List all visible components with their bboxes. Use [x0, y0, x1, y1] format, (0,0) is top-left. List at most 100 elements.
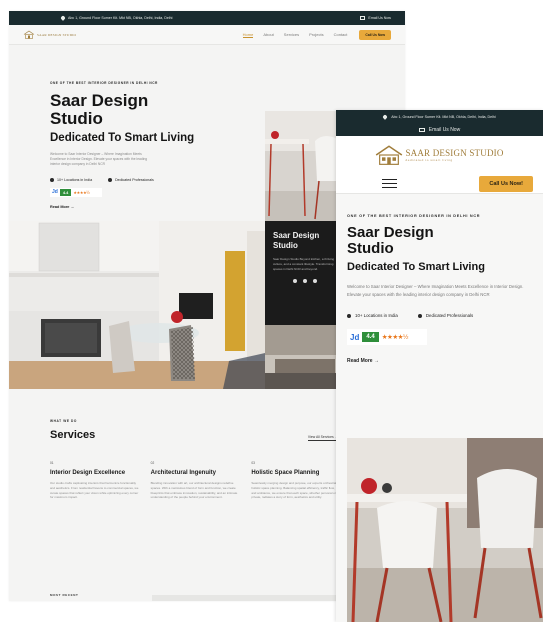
nav-about[interactable]: About — [263, 32, 273, 37]
nav-contact[interactable]: Contact — [334, 32, 348, 37]
mobile-hero-title-line2: Studio — [347, 240, 394, 257]
view-all-services-link[interactable]: View All Services → — [307, 435, 338, 441]
service-card[interactable]: 02 Architectural Ingenuity Blending inno… — [151, 461, 240, 500]
services-section: WHAT WE DO Services View All Services → … — [50, 419, 340, 500]
topbar-email-link[interactable]: Email Us Now — [368, 16, 391, 20]
dark-card-title: Saar Design Studio — [273, 231, 337, 251]
hero-stats: 10+ Locations in India Dedicated Profess… — [50, 177, 250, 182]
team-icon — [417, 313, 422, 318]
service-title: Holistic Space Planning — [251, 470, 320, 476]
rating-value: 4.4 — [362, 332, 379, 342]
hero-description: Welcome to Saar Interior Designer – Wher… — [50, 152, 148, 167]
service-description: Blending innovation with art, our archit… — [150, 481, 238, 500]
mobile-justdial-rating-badge[interactable]: Jd 4.4 ★★★★½ — [347, 329, 427, 345]
justdial-logo: Jd — [52, 189, 58, 196]
logo-text: SAAR DESIGN STUDIO — [37, 32, 77, 37]
services-header: Services View All Services → — [50, 429, 340, 441]
services-eyebrow: WHAT WE DO — [50, 419, 78, 423]
services-title: Services — [50, 429, 96, 441]
mobile-stat-professionals: Dedicated Professionals — [425, 313, 474, 318]
dark-card-title-line1: Saar Design — [273, 231, 320, 240]
desktop-navbar: SAAR DESIGN STUDIO Home About Services P… — [9, 25, 405, 45]
social-links — [273, 279, 337, 284]
hero-title: Saar Design Studio — [50, 92, 250, 128]
youtube-icon[interactable] — [303, 279, 307, 284]
house-logo-icon — [23, 30, 35, 39]
nav-projects[interactable]: Projects — [309, 32, 323, 37]
house-logo-icon — [376, 145, 403, 165]
rating-stars: ★★★★½ — [73, 189, 90, 195]
dark-card-text: Saar Design Studio Beyond kitchen, a thr… — [273, 257, 335, 271]
facebook-icon[interactable] — [293, 279, 297, 284]
hero-subtitle: Dedicated To Smart Living — [50, 132, 195, 144]
mobile-logo-tagline: dedicated to smart living — [405, 158, 453, 162]
nav-services[interactable]: Services — [284, 32, 299, 37]
most-recent-label: MOST RECENT — [50, 593, 79, 597]
rating-stars: ★★★★½ — [381, 334, 409, 341]
mobile-hero-title-line1: Saar Design — [347, 224, 434, 241]
mobile-topbar-address: Abc 1, Ground Floor Sumer Kit. Mkt NB, O… — [336, 110, 543, 124]
service-description: Seamlessly merging design and purpose, o… — [251, 481, 339, 500]
stat-locations: 10+ Locations in India — [57, 177, 93, 182]
service-card[interactable]: 01 Interior Design Excellence Our studio… — [50, 461, 139, 500]
location-pin-icon — [60, 15, 66, 21]
living-room-illustration — [265, 325, 345, 389]
service-number: 03 — [251, 461, 255, 465]
service-title: Architectural Ingenuity — [150, 470, 217, 476]
mobile-hero-subtitle: Dedicated To Smart Living — [347, 261, 485, 273]
mobile-hero: ONE OF THE BEST INTERIOR DESIGNER IN DEL… — [336, 194, 543, 364]
dark-card-title-line2: Studio — [273, 241, 298, 250]
topbar-address: Abc 1, Ground Floor Sumer Kit. Mkt NB, O… — [68, 16, 173, 20]
dining-illustration — [265, 111, 345, 221]
mobile-stat-locations: 10+ Locations in India — [355, 313, 398, 318]
mobile-email-link[interactable]: Email Us Now — [429, 127, 460, 133]
location-pin-icon — [382, 114, 389, 120]
mobile-logo-text: SAAR DESIGN STUDIO — [405, 148, 504, 158]
read-more-link[interactable]: Read More → — [50, 205, 250, 209]
call-us-button[interactable]: Call Us Now — [359, 29, 391, 40]
about-dark-card: Saar Design Studio Saar Design Studio Be… — [265, 221, 345, 325]
justdial-logo: Jd — [350, 332, 360, 342]
mobile-call-us-button[interactable]: Call Us Now! — [479, 175, 533, 192]
instagram-icon[interactable] — [313, 279, 317, 284]
mobile-read-more-link[interactable]: Read More → — [347, 358, 543, 364]
person-icon — [50, 177, 54, 182]
service-number: 01 — [50, 461, 54, 465]
main-menu: Home About Services Projects Contact — [242, 32, 348, 38]
mobile-dining-illustration — [347, 438, 543, 622]
service-description: Our studio crafts captivating interiors … — [50, 481, 139, 500]
hamburger-menu-icon[interactable] — [382, 178, 397, 189]
dining-photo — [265, 111, 345, 221]
desktop-hero: ONE OF THE BEST INTERIOR DESIGNER IN DEL… — [50, 81, 250, 209]
team-icon — [108, 177, 113, 182]
site-logo[interactable]: SAAR DESIGN STUDIO — [23, 30, 76, 39]
desktop-topbar: Abc 1, Ground Floor Sumer Kit. Mkt NB, O… — [9, 11, 405, 25]
service-number: 02 — [150, 461, 155, 465]
recent-projects-strip — [152, 595, 352, 601]
hero-tagline: ONE OF THE BEST INTERIOR DESIGNER IN DEL… — [50, 81, 158, 85]
service-title: Interior Design Excellence — [50, 470, 126, 476]
mobile-mockup: Abc 1, Ground Floor Sumer Kit. Mkt NB, O… — [336, 110, 543, 622]
mobile-logo[interactable]: SAAR DESIGN STUDIO dedicated to smart li… — [336, 136, 543, 174]
rating-value: 4.4 — [59, 188, 72, 196]
justdial-rating-badge[interactable]: Jd 4.4 ★★★★½ — [50, 187, 102, 197]
mobile-topbar-email: Email Us Now — [336, 124, 543, 136]
service-cards: 01 Interior Design Excellence Our studio… — [50, 461, 340, 500]
hero-title-line1: Saar Design — [50, 91, 149, 110]
mobile-hero-description: Welcome to Saar Interior Designer – Wher… — [347, 284, 524, 297]
mobile-hero-stats: 10+ Locations in India Dedicated Profess… — [347, 313, 543, 318]
mobile-dining-photo — [347, 438, 543, 622]
person-icon — [347, 313, 351, 318]
mail-icon — [360, 16, 366, 20]
service-card[interactable]: 03 Holistic Space Planning Seamlessly me… — [251, 461, 340, 500]
mobile-hero-title: Saar Design Studio — [347, 225, 543, 257]
stat-professionals: Dedicated Professionals — [115, 177, 154, 182]
mobile-hero-tagline: ONE OF THE BEST INTERIOR DESIGNER IN DEL… — [347, 214, 481, 218]
kitchen-illustration — [9, 221, 265, 389]
nav-home[interactable]: Home — [242, 32, 254, 38]
mail-icon — [418, 127, 425, 133]
mobile-navbar: Call Us Now! — [336, 174, 543, 194]
hero-title-line2: Studio — [50, 109, 103, 128]
living-room-photo — [265, 325, 345, 389]
mobile-address-text: Abc 1, Ground Floor Sumer Kit. Mkt NB, O… — [391, 115, 496, 119]
